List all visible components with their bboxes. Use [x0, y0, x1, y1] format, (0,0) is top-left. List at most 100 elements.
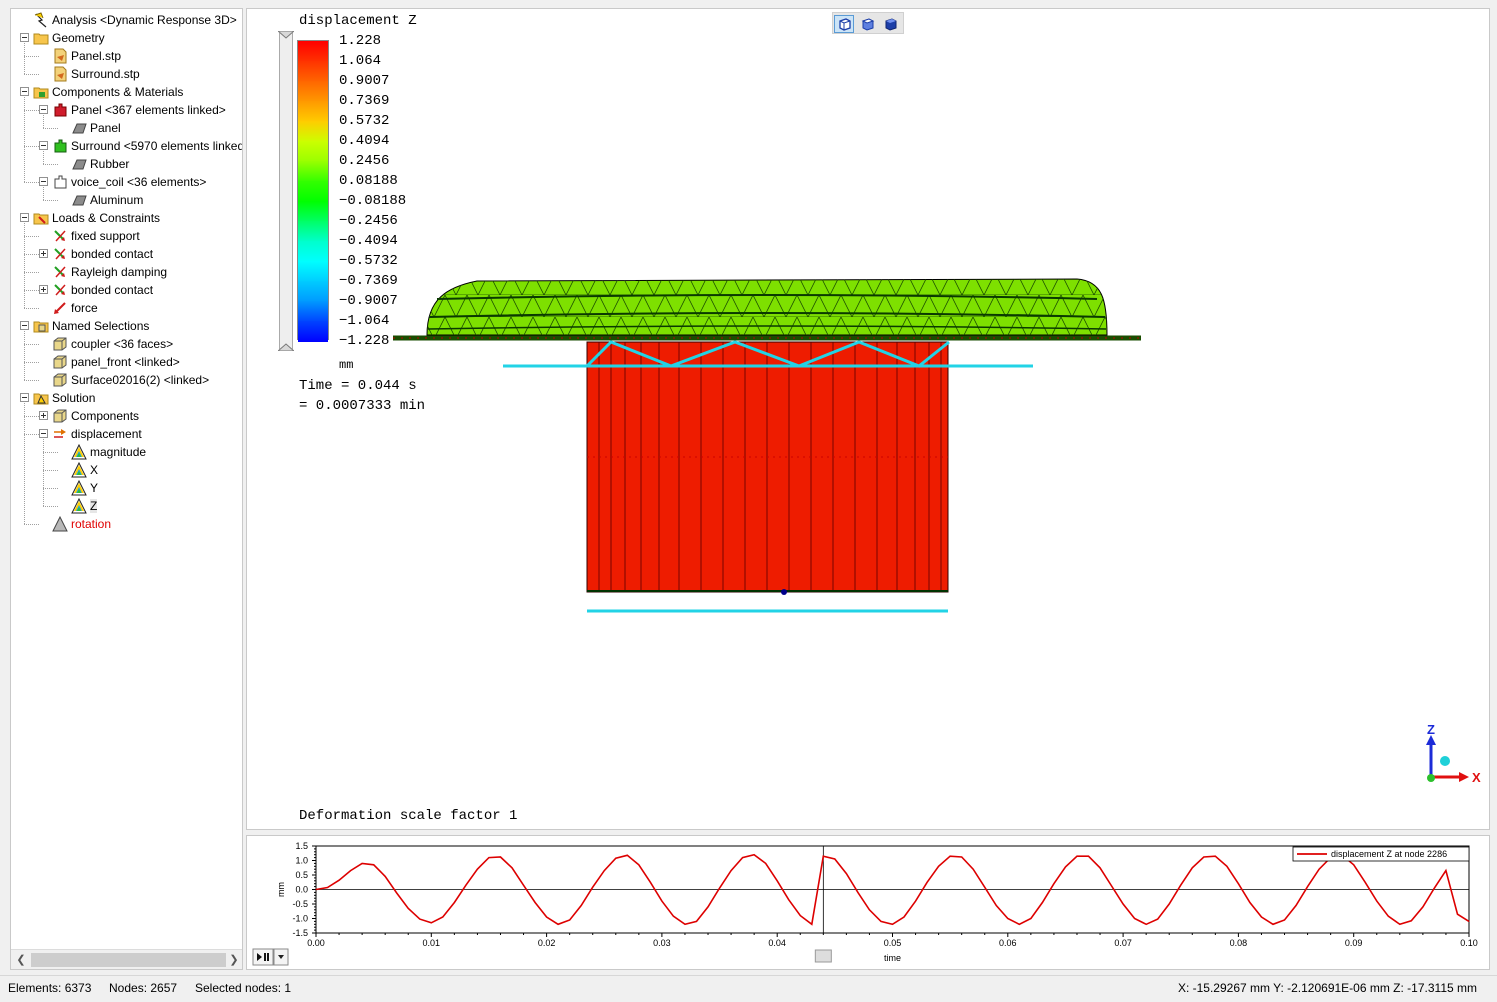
voice-coil-mesh[interactable]: [586, 341, 949, 595]
tree-item[interactable]: Aluminum: [11, 191, 242, 209]
data-point: [1434, 887, 1435, 889]
collapse-icon[interactable]: [20, 87, 29, 96]
tree-item[interactable]: Named Selections: [11, 317, 242, 335]
tree-item[interactable]: panel_front <linked>: [11, 353, 242, 371]
data-point: [1018, 923, 1020, 925]
data-point: [626, 854, 628, 856]
data-point: [546, 916, 547, 918]
data-point: [684, 923, 686, 925]
data-point: [569, 919, 571, 921]
tree-item[interactable]: Analysis <Dynamic Response 3D>: [11, 11, 242, 29]
tree-item[interactable]: Rubber: [11, 155, 242, 173]
constraint-icon: [54, 266, 66, 278]
collapse-icon[interactable]: [20, 213, 29, 222]
view-shaded-icon[interactable]: [857, 15, 877, 33]
collapse-icon[interactable]: [39, 429, 48, 438]
collapse-icon[interactable]: [20, 393, 29, 402]
data-point: [799, 915, 801, 916]
data-point: [1214, 855, 1216, 857]
displacement-icon: [54, 429, 66, 438]
tree-item[interactable]: voice_coil <36 elements>: [11, 173, 242, 191]
data-point: [1145, 923, 1147, 925]
tree-item[interactable]: X: [11, 461, 242, 479]
tree-item[interactable]: Panel <367 elements linked>: [11, 101, 242, 119]
plot-canvas[interactable]: 1.5 1.0 0.5 0.0 -0.5 -1.0 -1.50.00 0.01 0.02 0.03…: [247, 836, 1490, 970]
tree-item[interactable]: Surround.stp: [11, 65, 242, 83]
selections-folder-icon: [33, 321, 49, 333]
tree-item[interactable]: coupler <36 faces>: [11, 335, 242, 353]
tree-item[interactable]: Panel.stp: [11, 47, 242, 65]
fea-model[interactable]: [247, 9, 1490, 830]
view-solid-icon[interactable]: [880, 15, 900, 33]
data-point: [1422, 906, 1424, 908]
legend-swatch: [298, 321, 328, 342]
data-point: [822, 855, 824, 857]
scroll-left-icon[interactable]: ❮: [13, 952, 29, 968]
scroll-thumb[interactable]: [31, 953, 226, 967]
collapse-icon[interactable]: [39, 177, 48, 186]
data-point: [719, 887, 720, 889]
legend-min-handle-icon[interactable]: [278, 343, 294, 351]
tree-item[interactable]: Z: [11, 497, 242, 515]
tree-item[interactable]: Surround <5970 elements linked: [11, 137, 242, 155]
time-slider[interactable]: [814, 949, 832, 963]
tree-item[interactable]: magnitude: [11, 443, 242, 461]
time-history-plot[interactable]: 1.5 1.0 0.5 0.0 -0.5 -1.0 -1.5 0.00 0.01 0.02 0.03…: [246, 835, 1490, 970]
analysis-icon: [34, 12, 47, 28]
tree-item[interactable]: Geometry: [11, 29, 242, 47]
data-point: [673, 915, 674, 917]
tree-item-label: Analysis <Dynamic Response 3D>: [52, 13, 237, 27]
data-point: [1076, 855, 1078, 857]
status-nodes: Nodes: 2657: [109, 981, 178, 995]
data-point: [327, 887, 328, 888]
data-point: [1088, 855, 1089, 857]
data-point: [1445, 870, 1447, 872]
tree-horizontal-scrollbar[interactable]: ❮ ❯: [11, 949, 242, 969]
tree-item[interactable]: bonded contact: [11, 245, 242, 263]
data-point: [903, 916, 905, 918]
tree-item[interactable]: displacement: [11, 425, 242, 443]
collapse-icon[interactable]: [39, 141, 48, 150]
tree-item[interactable]: Y: [11, 479, 242, 497]
data-point: [1122, 903, 1124, 905]
legend-max-handle-icon[interactable]: [278, 31, 294, 39]
pause-icon: [264, 953, 266, 961]
project-tree[interactable]: Analysis <Dynamic Response 3D> Geometry Pa…: [10, 8, 243, 970]
collapse-icon[interactable]: [20, 321, 29, 330]
legend-value: −0.9007: [339, 293, 398, 309]
data-point: [1468, 921, 1470, 922]
data-point: [523, 884, 524, 886]
tree-item[interactable]: Components & Materials: [11, 83, 242, 101]
expand-icon[interactable]: [39, 285, 48, 294]
y-tick-label: 0.0: [295, 885, 308, 895]
legend-value: −0.2456: [339, 213, 398, 229]
tree-item[interactable]: Rayleigh damping: [11, 263, 242, 281]
surround-mesh[interactable]: [393, 278, 1141, 341]
plot-legend-label: displacement Z at node 2286: [1331, 849, 1447, 859]
result-icon: [71, 498, 87, 514]
play-pause-button[interactable]: [252, 948, 274, 966]
tree-item[interactable]: Panel: [11, 119, 242, 137]
load-icon: [54, 302, 66, 314]
tree-item[interactable]: bonded contact: [11, 281, 242, 299]
tree-item[interactable]: Solution: [11, 389, 242, 407]
result-icon: [71, 480, 87, 496]
tree-item[interactable]: rotation: [11, 515, 242, 533]
data-point: [1134, 918, 1136, 919]
scroll-right-icon[interactable]: ❯: [226, 952, 242, 968]
tree-item-label: Components & Materials: [52, 85, 184, 99]
tree-item[interactable]: force: [11, 299, 242, 317]
expand-icon[interactable]: [39, 249, 48, 258]
tree-item[interactable]: Surface02016(2) <linked>: [11, 371, 242, 389]
tree-item[interactable]: fixed support: [11, 227, 242, 245]
legend-range-slider[interactable]: [278, 31, 294, 351]
results-viewport[interactable]: displacement Z 1.228 1.064 0.9007 0.7369 0.5…: [246, 8, 1490, 830]
collapse-icon[interactable]: [39, 105, 48, 114]
collapse-icon[interactable]: [20, 33, 29, 42]
tree-item[interactable]: Loads & Constraints: [11, 209, 242, 227]
y-tick-label: -0.5: [292, 899, 308, 909]
view-front-icon[interactable]: [834, 15, 854, 33]
expand-icon[interactable]: [39, 411, 48, 420]
tree-item[interactable]: Components: [11, 407, 242, 425]
tree-item-label: force: [71, 301, 98, 315]
